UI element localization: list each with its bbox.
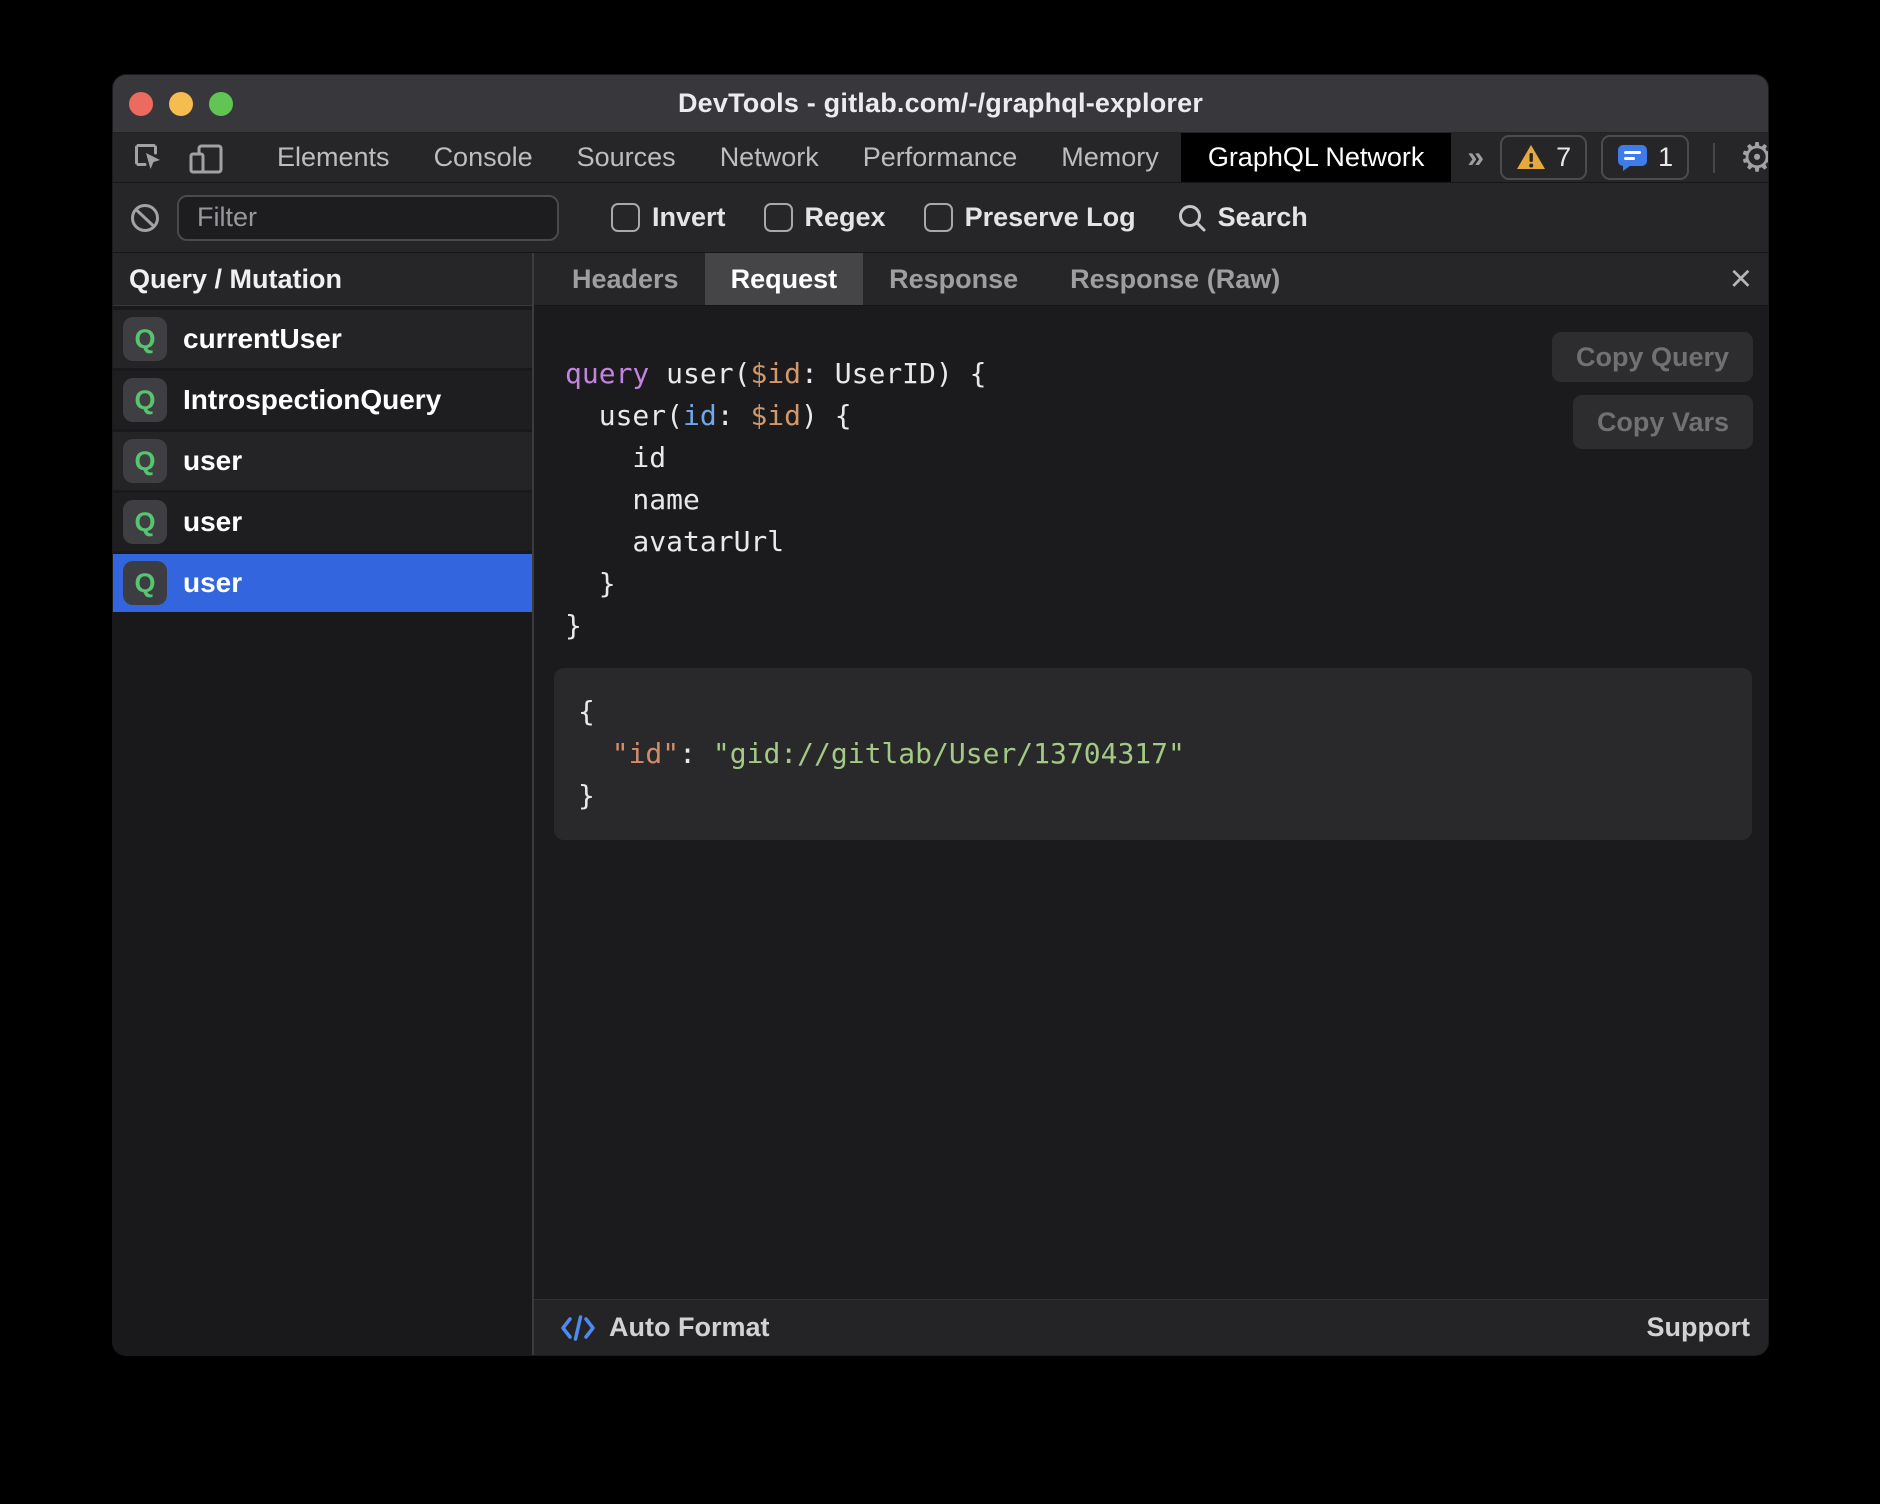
devtools-window: DevTools - gitlab.com/-/graphql-explorer… xyxy=(113,75,1768,1355)
panel-footer: Auto Format Support xyxy=(534,1299,1768,1355)
minimize-window-button[interactable] xyxy=(169,92,193,116)
regex-checkbox[interactable] xyxy=(764,203,793,232)
query-type-badge: Q xyxy=(123,439,167,483)
query-type-badge: Q xyxy=(123,561,167,605)
list-item-user-3-selected[interactable]: Q user xyxy=(113,554,532,612)
filter-bar: Invert Regex Preserve Log Search xyxy=(113,183,1768,253)
list-item-currentuser[interactable]: Q currentUser xyxy=(113,310,532,368)
graphql-query-code: query user($id: UserID) { user(id: $id) … xyxy=(554,353,1752,647)
preserve-log-checkbox[interactable] xyxy=(924,203,953,232)
list-item-user-1[interactable]: Q user xyxy=(113,432,532,490)
window-title: DevTools - gitlab.com/-/graphql-explorer xyxy=(678,88,1203,119)
filter-input[interactable] xyxy=(177,195,559,241)
code-brackets-icon xyxy=(560,1313,596,1343)
list-item-introspectionquery[interactable]: Q IntrospectionQuery xyxy=(113,371,532,429)
tab-graphql-network[interactable]: GraphQL Network xyxy=(1181,133,1452,182)
tab-elements[interactable]: Elements xyxy=(255,133,412,182)
toolbar-right-controls: 7 1 ⚙ xyxy=(1500,133,1768,182)
auto-format-button[interactable]: Auto Format xyxy=(560,1312,769,1343)
regex-label: Regex xyxy=(805,202,886,233)
warning-count: 7 xyxy=(1556,142,1571,173)
sidebar-header: Query / Mutation xyxy=(113,253,532,306)
search-control[interactable]: Search xyxy=(1176,202,1308,234)
query-name: currentUser xyxy=(183,323,342,355)
copy-query-button[interactable]: Copy Query xyxy=(1552,332,1753,382)
tab-network[interactable]: Network xyxy=(698,133,841,182)
tab-performance[interactable]: Performance xyxy=(841,133,1040,182)
message-icon xyxy=(1617,144,1648,172)
invert-checkbox[interactable] xyxy=(611,203,640,232)
tab-console[interactable]: Console xyxy=(412,133,555,182)
search-icon xyxy=(1176,202,1208,234)
query-name: user xyxy=(183,506,242,538)
tab-memory[interactable]: Memory xyxy=(1039,133,1181,182)
preserve-log-checkbox-group[interactable]: Preserve Log xyxy=(924,202,1136,233)
query-sidebar: Query / Mutation Q currentUser Q Introsp… xyxy=(113,253,534,1355)
invert-checkbox-group[interactable]: Invert xyxy=(611,202,726,233)
support-label: Support xyxy=(1647,1312,1750,1342)
query-name: user xyxy=(183,567,242,599)
tab-headers[interactable]: Headers xyxy=(546,253,705,305)
messages-badge[interactable]: 1 xyxy=(1601,135,1689,180)
close-panel-icon[interactable]: × xyxy=(1730,253,1752,305)
query-type-badge: Q xyxy=(123,317,167,361)
device-toolbar-icon[interactable] xyxy=(177,133,235,182)
query-list: Q currentUser Q IntrospectionQuery Q use… xyxy=(113,306,532,615)
tab-sources[interactable]: Sources xyxy=(555,133,698,182)
preserve-log-label: Preserve Log xyxy=(965,202,1136,233)
inspect-element-icon[interactable] xyxy=(121,133,177,182)
copy-vars-button[interactable]: Copy Vars xyxy=(1573,395,1753,449)
query-name: user xyxy=(183,445,242,477)
close-window-button[interactable] xyxy=(129,92,153,116)
devtools-toolbar: Elements Console Sources Network Perform… xyxy=(113,133,1768,183)
toolbar-right-divider xyxy=(1713,143,1715,173)
main-content: Query / Mutation Q currentUser Q Introsp… xyxy=(113,253,1768,1355)
query-name: IntrospectionQuery xyxy=(183,384,441,416)
maximize-window-button[interactable] xyxy=(209,92,233,116)
detail-panel-tabs: Headers Request Response Response (Raw) … xyxy=(534,253,1768,306)
settings-gear-icon[interactable]: ⚙ xyxy=(1739,138,1768,178)
message-count: 1 xyxy=(1658,142,1673,173)
tab-response-raw[interactable]: Response (Raw) xyxy=(1044,253,1306,305)
tab-response[interactable]: Response xyxy=(863,253,1044,305)
support-link[interactable]: Support xyxy=(1647,1312,1750,1343)
auto-format-label: Auto Format xyxy=(609,1312,769,1343)
list-item-user-2[interactable]: Q user xyxy=(113,493,532,551)
invert-label: Invert xyxy=(652,202,726,233)
tab-request[interactable]: Request xyxy=(705,253,864,305)
query-type-badge: Q xyxy=(123,500,167,544)
more-tabs-chevron-icon[interactable]: » xyxy=(1451,133,1500,182)
title-bar: DevTools - gitlab.com/-/graphql-explorer xyxy=(113,75,1768,133)
clear-filter-icon[interactable] xyxy=(129,202,161,234)
detail-panel: Headers Request Response Response (Raw) … xyxy=(534,253,1768,1355)
request-panel-body: query user($id: UserID) { user(id: $id) … xyxy=(534,306,1768,1299)
query-type-badge: Q xyxy=(123,378,167,422)
graphql-variables-box: { "id": "gid://gitlab/User/13704317"} xyxy=(554,668,1752,840)
warnings-badge[interactable]: 7 xyxy=(1500,135,1587,180)
search-label: Search xyxy=(1218,202,1308,233)
warning-icon xyxy=(1516,144,1546,171)
regex-checkbox-group[interactable]: Regex xyxy=(764,202,886,233)
traffic-lights xyxy=(129,75,233,132)
